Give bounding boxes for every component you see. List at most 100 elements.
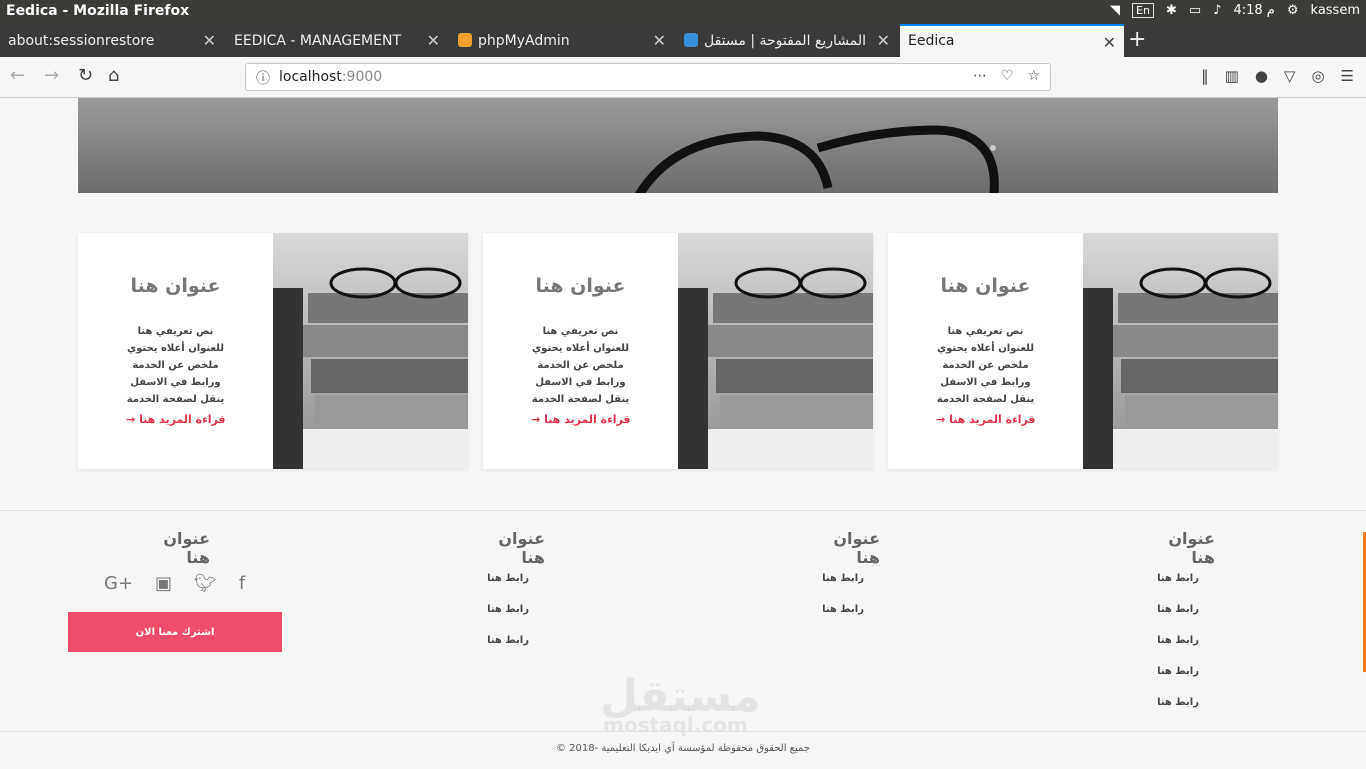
footer-link[interactable]: رابط هنا	[822, 604, 864, 615]
footer-link[interactable]: رابط هنا	[487, 604, 529, 615]
url-port: :9000	[341, 69, 383, 85]
footer-column-heading: عنوان هنا	[833, 529, 880, 567]
glasses-image	[635, 125, 999, 193]
card-title: عنوان هنا	[535, 275, 626, 297]
clock[interactable]: 4:18 م	[1233, 3, 1274, 18]
footer-link[interactable]: رابط هنا	[1157, 635, 1199, 646]
read-more-label: قراءة المزيد هنا	[544, 413, 631, 426]
url-bar[interactable]: ⓘ localhost:9000 ⋯ ♡ ☆	[245, 63, 1051, 91]
browser-tab-bar: about:sessionrestore ✕ EEDICA - MANAGEME…	[0, 24, 1366, 57]
twitter-icon[interactable]: 🐦︎	[194, 573, 217, 594]
phpmyadmin-favicon-icon	[458, 33, 472, 47]
menu-icon[interactable]: ☰	[1341, 67, 1354, 85]
tab-label: Eedica	[908, 33, 955, 49]
close-tab-icon[interactable]: ✕	[653, 31, 666, 50]
card-title: عنوان هنا	[130, 275, 221, 297]
bluetooth-icon[interactable]: ✱	[1166, 3, 1177, 18]
extension-2-icon[interactable]: ◎	[1311, 67, 1324, 85]
footer-column-heading: عنوان هنا	[498, 529, 545, 567]
footer-link[interactable]: رابط هنا	[822, 573, 864, 584]
card-text: عنوان هنا نص تعريفي هنا للعنوان أعلاه يح…	[888, 233, 1083, 469]
copyright-text: جميع الحقوق محفوظة لمؤسسة آي ايديكا التع…	[555, 743, 810, 754]
google-plus-icon[interactable]: G+	[104, 573, 133, 594]
tab-phpmyadmin[interactable]: phpMyAdmin ✕	[450, 24, 674, 57]
tab-label: about:sessionrestore	[8, 33, 155, 49]
pocket-icon[interactable]: ♡	[1001, 68, 1014, 84]
tab-label: المشاريع المفتوحة | مستقل	[704, 33, 867, 49]
toolbar-icons: ‖ ▥ ● ▽ ◎ ☰	[1201, 67, 1354, 85]
url-text[interactable]: localhost:9000	[279, 69, 382, 85]
footer-column: عنوان هنا رابط هنا رابط هنا	[810, 529, 880, 615]
read-more-label: قراءة المزيد هنا	[139, 413, 226, 426]
footer-link[interactable]: رابط هنا	[487, 573, 529, 584]
instagram-icon[interactable]: ▣	[155, 573, 172, 594]
tab-mostaql[interactable]: المشاريع المفتوحة | مستقل ✕	[676, 24, 898, 57]
read-more-label: قراءة المزيد هنا	[949, 413, 1036, 426]
footer-link[interactable]: رابط هنا	[1157, 666, 1199, 677]
url-host: localhost	[279, 69, 342, 85]
footer-link[interactable]: رابط هنا	[1157, 697, 1199, 708]
close-tab-icon[interactable]: ✕	[877, 31, 890, 50]
user-name[interactable]: kassem	[1311, 3, 1360, 18]
extension-icon[interactable]: ●	[1255, 67, 1268, 85]
books-glasses-illustration	[678, 267, 873, 469]
books-image	[273, 233, 468, 469]
system-tray: ◥ En ✱ ▭ ♪ 4:18 م ⚙ kassem	[1110, 3, 1360, 18]
read-more-link[interactable]: قراءة المزيد هنا →	[936, 413, 1036, 426]
tab-label: EEDICA - MANAGEMENT	[234, 33, 402, 49]
card-description: نص تعريفي هنا للعنوان أعلاه يحتوي ملخص ع…	[531, 326, 630, 405]
service-card: عنوان هنا نص تعريفي هنا للعنوان أعلاه يح…	[483, 233, 873, 469]
footer-column-heading: عنوان هنا	[1168, 529, 1215, 567]
system-top-bar: Eedica - Mozilla Firefox ◥ En ✱ ▭ ♪ 4:18…	[0, 0, 1366, 24]
arrow-right-icon: →	[531, 413, 541, 426]
card-text: عنوان هنا نص تعريفي هنا للعنوان أعلاه يح…	[483, 233, 678, 469]
read-more-link[interactable]: قراءة المزيد هنا →	[126, 413, 226, 426]
close-tab-icon[interactable]: ✕	[203, 31, 216, 50]
facebook-icon[interactable]: f	[239, 573, 245, 594]
forward-arrow-icon[interactable]: →	[44, 65, 59, 86]
bookmark-star-icon[interactable]: ☆	[1027, 68, 1040, 84]
card-description: نص تعريفي هنا للعنوان أعلاه يحتوي ملخص ع…	[936, 326, 1035, 405]
read-more-link[interactable]: قراءة المزيد هنا →	[531, 413, 631, 426]
hero-image	[78, 98, 1278, 193]
new-tab-icon[interactable]: +	[1128, 27, 1146, 52]
footer-column: عنوان هنا رابط هنا رابط هنا رابط هنا راب…	[1145, 529, 1215, 708]
service-card: عنوان هنا نص تعريفي هنا للعنوان أعلاه يح…	[888, 233, 1278, 469]
books-glasses-illustration	[1083, 267, 1278, 469]
subscribe-button[interactable]: اشترك معنا الان	[68, 612, 282, 652]
volume-icon[interactable]: ♪	[1213, 3, 1221, 18]
tab-label: phpMyAdmin	[478, 33, 570, 49]
site-info-icon[interactable]: ⓘ	[256, 68, 270, 88]
books-glasses-illustration	[273, 267, 468, 469]
page-actions-icon[interactable]: ⋯	[973, 68, 987, 84]
keyboard-layout-indicator[interactable]: En	[1132, 3, 1154, 18]
library-icon[interactable]: ‖	[1201, 67, 1209, 85]
arrow-right-icon: →	[936, 413, 946, 426]
back-arrow-icon[interactable]: ←	[10, 65, 25, 86]
battery-icon[interactable]: ▭	[1189, 3, 1201, 18]
reload-icon[interactable]: ↻	[78, 65, 93, 86]
close-tab-icon[interactable]: ✕	[427, 31, 440, 50]
close-tab-icon[interactable]: ✕	[1103, 33, 1116, 52]
home-icon[interactable]: ⌂	[108, 65, 119, 86]
tab-sessionrestore[interactable]: about:sessionrestore ✕	[0, 24, 224, 57]
footer-link[interactable]: رابط هنا	[487, 635, 529, 646]
vue-devtools-icon[interactable]: ▽	[1284, 67, 1296, 85]
settings-gear-icon[interactable]: ⚙	[1287, 3, 1299, 18]
footer-column-heading: عنوان هنا	[163, 529, 210, 567]
footer-divider	[0, 731, 1366, 732]
mostaql-favicon-icon	[684, 33, 698, 47]
tab-eedica[interactable]: Eedica ✕	[900, 24, 1124, 57]
card-title: عنوان هنا	[940, 275, 1031, 297]
tab-eedica-management[interactable]: EEDICA - MANAGEMENT ✕	[226, 24, 448, 57]
sidebar-icon[interactable]: ▥	[1225, 67, 1239, 85]
wifi-icon[interactable]: ◥	[1110, 3, 1120, 18]
site-footer: مستقل mostaql.com عنوان هنا رابط هنا راب…	[0, 510, 1366, 769]
social-links: G+ ▣ 🐦︎ f	[104, 573, 245, 594]
window-title: Eedica - Mozilla Firefox	[6, 3, 190, 19]
page-viewport: عنوان هنا نص تعريفي هنا للعنوان أعلاه يح…	[0, 98, 1366, 769]
card-text: عنوان هنا نص تعريفي هنا للعنوان أعلاه يح…	[78, 233, 273, 469]
footer-link[interactable]: رابط هنا	[1157, 573, 1199, 584]
browser-navigation-bar: ← → ↻ ⌂ ⓘ localhost:9000 ⋯ ♡ ☆ ‖ ▥ ● ▽ ◎…	[0, 57, 1366, 98]
footer-link[interactable]: رابط هنا	[1157, 604, 1199, 615]
